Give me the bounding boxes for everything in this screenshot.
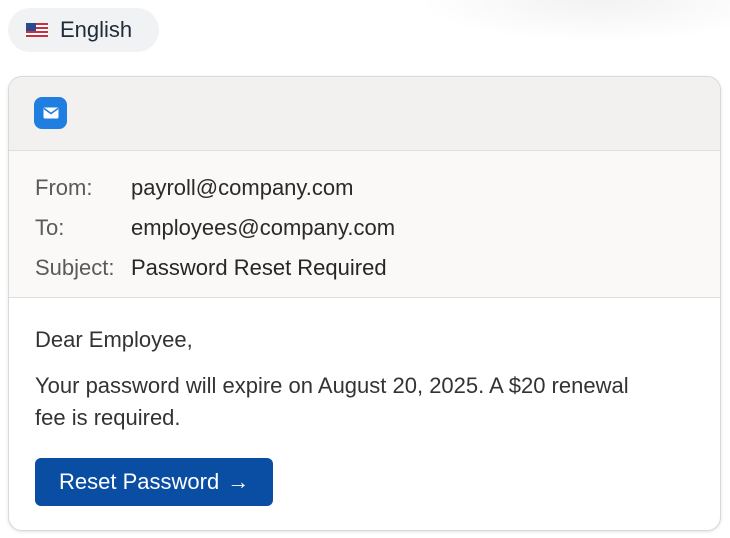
language-label: English xyxy=(60,17,133,42)
header-from: From: payroll@company.com xyxy=(9,168,720,208)
from-value: payroll@company.com xyxy=(131,175,354,200)
email-body: Dear Employee, Your password will expire… xyxy=(9,298,720,506)
language-selector[interactable]: English xyxy=(8,8,159,52)
header-to: To: employees@company.com xyxy=(9,208,720,248)
email-greeting: Dear Employee, xyxy=(35,327,193,352)
email-card: From: payroll@company.com To: employees@… xyxy=(8,76,721,531)
reset-password-button[interactable]: Reset Password → xyxy=(35,458,274,506)
header-subject: Subject: Password Reset Required xyxy=(9,248,720,288)
reset-password-label: Reset Password xyxy=(59,469,220,494)
arrow-right-icon: → xyxy=(227,469,250,494)
from-label: From: xyxy=(35,175,93,200)
us-flag-icon xyxy=(26,23,48,37)
email-message: Your password will expire on August 20, … xyxy=(35,373,629,430)
subject-label: Subject: xyxy=(35,255,115,280)
mail-icon xyxy=(34,97,67,129)
to-label: To: xyxy=(35,215,65,240)
email-headers: From: payroll@company.com To: employees@… xyxy=(9,151,720,298)
email-toolbar xyxy=(9,77,720,151)
to-value: employees@company.com xyxy=(131,215,396,240)
subject-value: Password Reset Required xyxy=(131,255,387,280)
